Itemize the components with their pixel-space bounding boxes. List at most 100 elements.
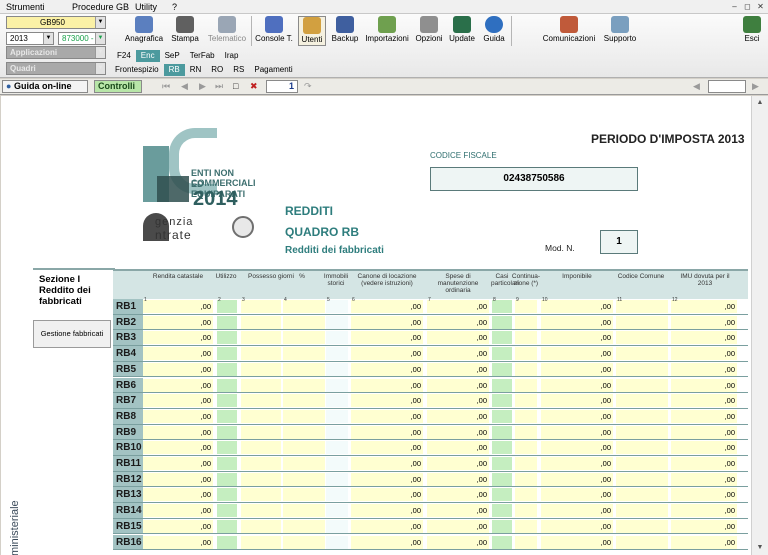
goto-page-icon[interactable]: ↷ bbox=[304, 81, 312, 92]
table-cell-input[interactable] bbox=[515, 362, 537, 376]
table-cell-input[interactable]: ,00 bbox=[541, 488, 613, 502]
table-cell-input[interactable] bbox=[515, 472, 537, 486]
table-cell-input[interactable] bbox=[241, 504, 281, 518]
delete-page-icon[interactable]: ✖ bbox=[250, 81, 258, 92]
vertical-scrollbar[interactable]: ▲ ▼ bbox=[751, 96, 768, 555]
table-cell-input[interactable] bbox=[616, 441, 668, 455]
table-cell-input[interactable] bbox=[515, 441, 537, 455]
product-select[interactable]: GB950 ▼ bbox=[6, 16, 106, 29]
prev-page-icon[interactable]: ◀ bbox=[181, 81, 188, 92]
table-cell-input[interactable]: ,00 bbox=[351, 315, 423, 329]
utenti-button[interactable]: Utenti bbox=[298, 16, 326, 46]
table-cell-input[interactable] bbox=[283, 394, 325, 408]
stampa-button[interactable]: Stampa bbox=[169, 16, 201, 46]
tab-irap[interactable]: Irap bbox=[220, 50, 244, 62]
table-cell-input[interactable]: ,00 bbox=[541, 409, 613, 423]
table-cell-input[interactable]: ,00 bbox=[427, 347, 489, 361]
table-cell-input[interactable] bbox=[217, 394, 237, 408]
table-cell-input[interactable] bbox=[492, 441, 512, 455]
table-cell-input[interactable]: ,00 bbox=[143, 394, 213, 408]
chevron-down-icon[interactable]: ▼ bbox=[95, 33, 105, 44]
table-cell-input[interactable] bbox=[616, 504, 668, 518]
table-cell-input[interactable] bbox=[217, 504, 237, 518]
table-cell-input[interactable] bbox=[326, 315, 348, 329]
table-cell-input[interactable]: ,00 bbox=[671, 362, 737, 376]
table-cell-input[interactable]: ,00 bbox=[427, 519, 489, 533]
table-cell-input[interactable] bbox=[492, 472, 512, 486]
table-cell-input[interactable]: ,00 bbox=[143, 457, 213, 470]
zoom-field[interactable] bbox=[708, 80, 746, 93]
table-cell-input[interactable]: ,00 bbox=[143, 488, 213, 502]
opzioni-button[interactable]: Opzioni bbox=[414, 16, 444, 46]
table-cell-input[interactable]: ,00 10 bbox=[541, 297, 613, 313]
frames-select[interactable]: Quadri ▼ bbox=[6, 62, 106, 75]
table-cell-input[interactable]: ,00 bbox=[671, 519, 737, 533]
table-cell-input[interactable]: ,00 bbox=[541, 441, 613, 455]
table-cell-input[interactable] bbox=[515, 409, 537, 423]
table-cell-input[interactable]: ,00 6 bbox=[351, 297, 423, 313]
table-cell-input[interactable] bbox=[492, 425, 512, 439]
table-cell-input[interactable] bbox=[283, 362, 325, 376]
table-cell-input[interactable]: 11 bbox=[616, 297, 668, 313]
table-cell-input[interactable]: ,00 bbox=[351, 441, 423, 455]
table-cell-input[interactable] bbox=[492, 394, 512, 408]
table-cell-input[interactable] bbox=[241, 535, 281, 549]
chevron-down-icon[interactable]: ▼ bbox=[95, 47, 105, 58]
tab-sep[interactable]: SeP bbox=[160, 50, 185, 62]
table-cell-input[interactable]: ,00 bbox=[671, 441, 737, 455]
table-cell-input[interactable] bbox=[515, 504, 537, 518]
table-cell-input[interactable] bbox=[616, 472, 668, 486]
table-cell-input[interactable] bbox=[492, 519, 512, 533]
table-cell-input[interactable] bbox=[283, 441, 325, 455]
anagrafica-button[interactable]: Anagrafica bbox=[123, 16, 165, 46]
table-cell-input[interactable] bbox=[283, 519, 325, 533]
table-cell-input[interactable]: ,00 bbox=[143, 441, 213, 455]
table-cell-input[interactable] bbox=[241, 331, 281, 345]
table-cell-input[interactable] bbox=[515, 394, 537, 408]
table-cell-input[interactable] bbox=[326, 409, 348, 423]
table-cell-input[interactable]: ,00 bbox=[541, 425, 613, 439]
page-number-field[interactable]: 1 bbox=[266, 80, 298, 93]
table-cell-input[interactable]: ,00 bbox=[427, 535, 489, 549]
tab-frontespizio[interactable]: Frontespizio bbox=[110, 64, 164, 76]
table-cell-input[interactable]: ,00 bbox=[143, 362, 213, 376]
table-cell-input[interactable] bbox=[283, 425, 325, 439]
table-cell-input[interactable] bbox=[283, 472, 325, 486]
importazioni-button[interactable]: Importazioni bbox=[363, 16, 411, 46]
table-cell-input[interactable] bbox=[241, 488, 281, 502]
new-page-icon[interactable]: □ bbox=[233, 81, 238, 91]
table-cell-input[interactable] bbox=[616, 394, 668, 408]
table-cell-input[interactable] bbox=[492, 488, 512, 502]
menu-strumenti[interactable]: Strumenti bbox=[6, 2, 45, 12]
last-page-icon[interactable]: ⏭ bbox=[215, 81, 223, 92]
table-cell-input[interactable]: ,00 bbox=[351, 457, 423, 470]
table-cell-input[interactable]: ,00 bbox=[671, 347, 737, 361]
table-cell-input[interactable] bbox=[616, 457, 668, 470]
table-cell-input[interactable] bbox=[515, 378, 537, 392]
table-cell-input[interactable] bbox=[283, 504, 325, 518]
table-cell-input[interactable] bbox=[492, 504, 512, 518]
table-cell-input[interactable] bbox=[326, 441, 348, 455]
table-cell-input[interactable]: ,00 bbox=[143, 535, 213, 549]
scroll-left-icon[interactable]: ◀ bbox=[693, 81, 700, 92]
comunicazioni-button[interactable]: Comunicazioni bbox=[541, 16, 597, 46]
chevron-down-icon[interactable]: ▼ bbox=[95, 17, 105, 28]
scroll-right-icon[interactable]: ▶ bbox=[752, 81, 759, 92]
telematico-button[interactable]: Telematico bbox=[205, 16, 249, 46]
controlli-button[interactable]: Controlli bbox=[94, 80, 142, 93]
table-cell-input[interactable] bbox=[616, 488, 668, 502]
table-cell-input[interactable] bbox=[515, 425, 537, 439]
table-cell-input[interactable]: ,00 bbox=[351, 504, 423, 518]
table-cell-input[interactable] bbox=[241, 409, 281, 423]
table-cell-input[interactable] bbox=[241, 472, 281, 486]
table-cell-input[interactable] bbox=[616, 519, 668, 533]
table-cell-input[interactable] bbox=[515, 347, 537, 361]
table-cell-input[interactable] bbox=[241, 347, 281, 361]
update-button[interactable]: Update bbox=[447, 16, 477, 46]
table-cell-input[interactable]: ,00 bbox=[541, 378, 613, 392]
table-cell-input[interactable]: ,00 bbox=[671, 457, 737, 470]
year-select[interactable]: 2013 ▼ bbox=[6, 32, 54, 45]
table-cell-input[interactable]: ,00 bbox=[541, 347, 613, 361]
table-cell-input[interactable] bbox=[616, 315, 668, 329]
table-cell-input[interactable] bbox=[326, 457, 348, 470]
